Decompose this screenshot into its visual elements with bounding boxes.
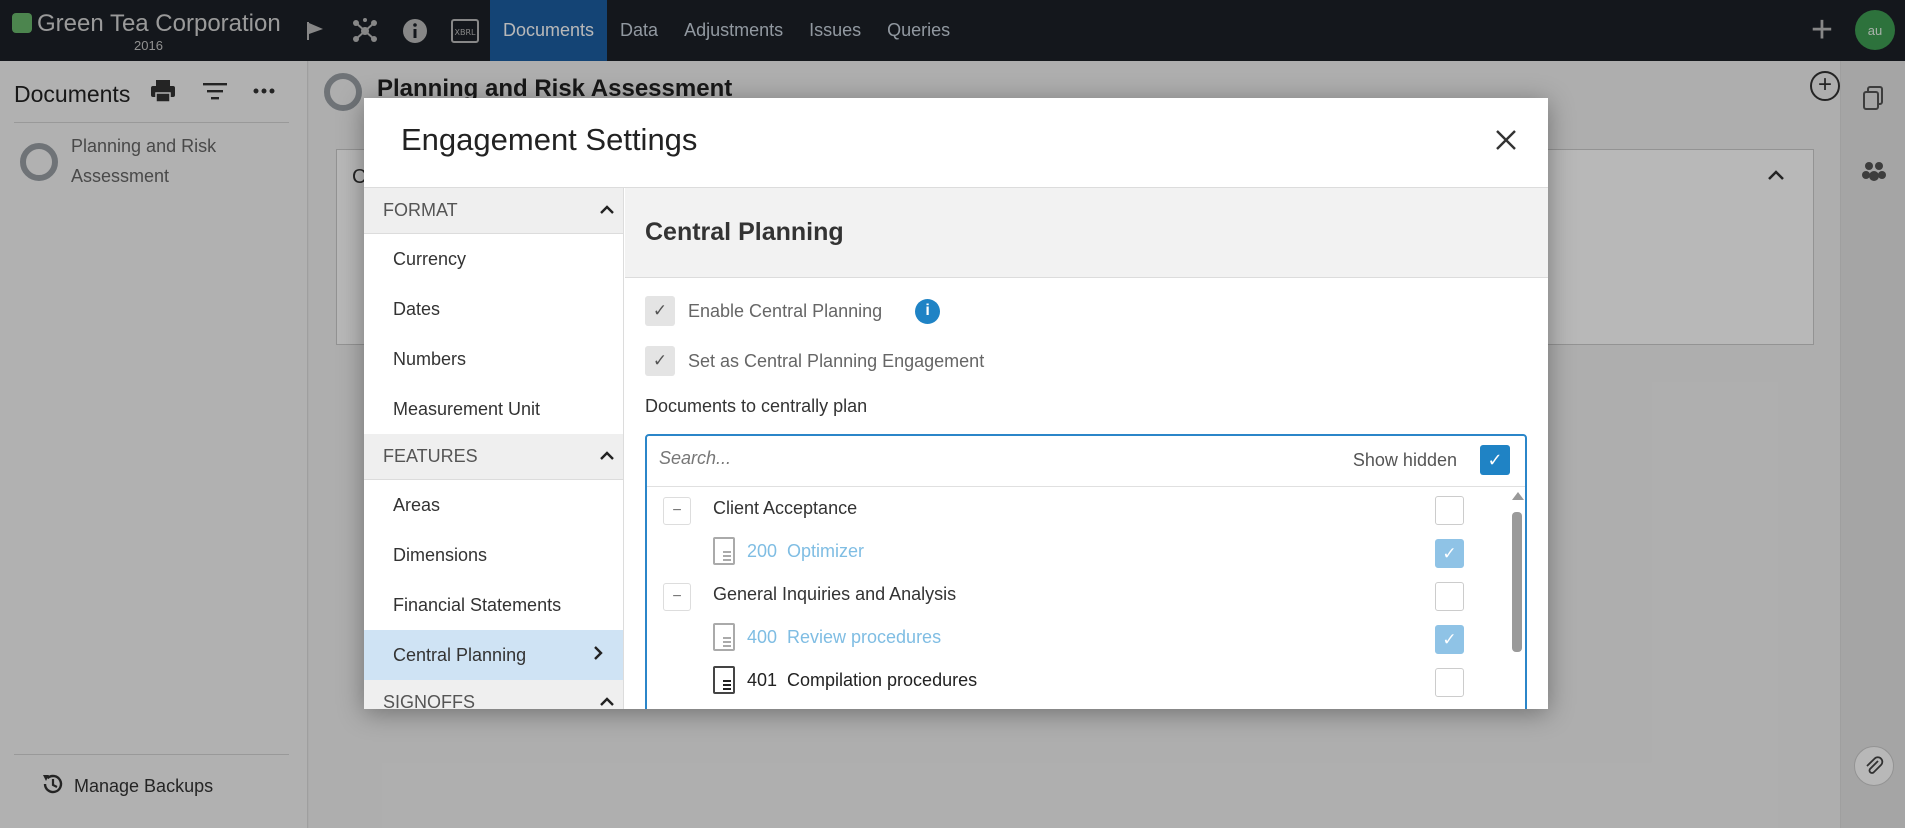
engagement-settings-dialog: Engagement Settings FORMAT Currency Date… <box>364 98 1548 709</box>
collapse-icon[interactable]: − <box>663 583 691 611</box>
row-checkbox[interactable] <box>1435 582 1464 611</box>
section-format-label: FORMAT <box>383 200 458 220</box>
document-icon <box>713 537 735 565</box>
tree-folder-row: − General Inquiries and Analysis <box>647 574 1507 617</box>
enable-central-planning-checkbox[interactable]: ✓ <box>645 296 675 326</box>
show-hidden-checkbox[interactable]: ✓ <box>1480 445 1510 475</box>
settings-navigation: FORMAT Currency Dates Numbers Measuremen… <box>364 188 624 709</box>
nav-item-label: Central Planning <box>393 644 527 665</box>
panel-heading: Central Planning <box>625 188 1548 278</box>
chevron-right-icon <box>593 645 603 666</box>
row-checkbox[interactable]: ✓ <box>1435 625 1464 654</box>
nav-item-central-planning[interactable]: Central Planning <box>364 630 623 680</box>
chevron-up-icon <box>599 202 615 220</box>
info-icon[interactable]: i <box>915 298 941 324</box>
document-icon <box>713 666 735 694</box>
tree-document-row: 400 Review procedures ✓ <box>647 617 1507 660</box>
search-input[interactable] <box>659 448 1159 469</box>
nav-item-dates[interactable]: Dates <box>364 284 623 334</box>
folder-label: Client Acceptance <box>713 498 858 518</box>
document-number: 200 <box>747 541 778 561</box>
row-checkbox[interactable] <box>1435 668 1464 697</box>
chevron-up-icon <box>599 448 615 466</box>
set-central-planning-label: Set as Central Planning Engagement <box>688 350 985 371</box>
nav-item-currency[interactable]: Currency <box>364 234 623 284</box>
enable-central-planning-label: Enable Central Planning <box>688 300 883 321</box>
section-format-header[interactable]: FORMAT <box>364 188 623 234</box>
document-number: 401 <box>747 670 778 690</box>
document-tree: − Client Acceptance 200 Optimizer ✓ − Ge… <box>647 488 1507 703</box>
scroll-up-icon[interactable] <box>1512 492 1524 500</box>
document-icon <box>713 623 735 651</box>
nav-item-dimensions[interactable]: Dimensions <box>364 530 623 580</box>
documents-to-plan-label: Documents to centrally plan <box>645 396 868 416</box>
tree-document-row: 200 Optimizer ✓ <box>647 531 1507 574</box>
nav-item-numbers[interactable]: Numbers <box>364 334 623 384</box>
row-checkbox[interactable] <box>1435 496 1464 525</box>
section-features-header[interactable]: FEATURES <box>364 434 623 480</box>
section-features-label: FEATURES <box>383 446 478 466</box>
show-hidden-label: Show hidden <box>1352 450 1457 470</box>
dialog-title: Engagement Settings <box>401 122 698 157</box>
collapse-icon[interactable]: − <box>663 497 691 525</box>
tree-scrollbar[interactable] <box>1509 488 1524 709</box>
central-planning-panel: Central Planning ✓ Enable Central Planni… <box>625 188 1548 709</box>
section-signoffs-label: SIGNOFFS <box>383 692 476 709</box>
scroll-thumb[interactable] <box>1512 512 1522 652</box>
folder-label: General Inquiries and Analysis <box>713 584 957 604</box>
section-signoffs-header[interactable]: SIGNOFFS <box>364 680 623 709</box>
nav-item-measurement-unit[interactable]: Measurement Unit <box>364 384 623 434</box>
row-checkbox[interactable]: ✓ <box>1435 539 1464 568</box>
nav-item-financial-statements[interactable]: Financial Statements <box>364 580 623 630</box>
set-central-planning-row: ✓ Set as Central Planning Engagement <box>645 346 984 376</box>
nav-item-areas[interactable]: Areas <box>364 480 623 530</box>
document-name[interactable]: Compilation procedures <box>787 670 977 691</box>
document-name[interactable]: Review procedures <box>787 627 941 648</box>
dialog-header: Engagement Settings <box>364 98 1548 188</box>
close-icon[interactable] <box>1494 124 1518 158</box>
document-name[interactable]: Optimizer <box>787 541 864 562</box>
tree-document-row: 401 Compilation procedures <box>647 660 1507 703</box>
set-central-planning-checkbox[interactable]: ✓ <box>645 346 675 376</box>
tree-folder-row: − Client Acceptance <box>647 488 1507 531</box>
document-number: 400 <box>747 627 778 647</box>
documents-picker: Show hidden ✓ − Client Acceptance 200 Op… <box>645 434 1527 709</box>
search-row: Show hidden ✓ <box>647 436 1525 487</box>
enable-central-planning-row: ✓ Enable Central Planning i <box>645 296 941 326</box>
chevron-up-icon <box>599 694 615 710</box>
